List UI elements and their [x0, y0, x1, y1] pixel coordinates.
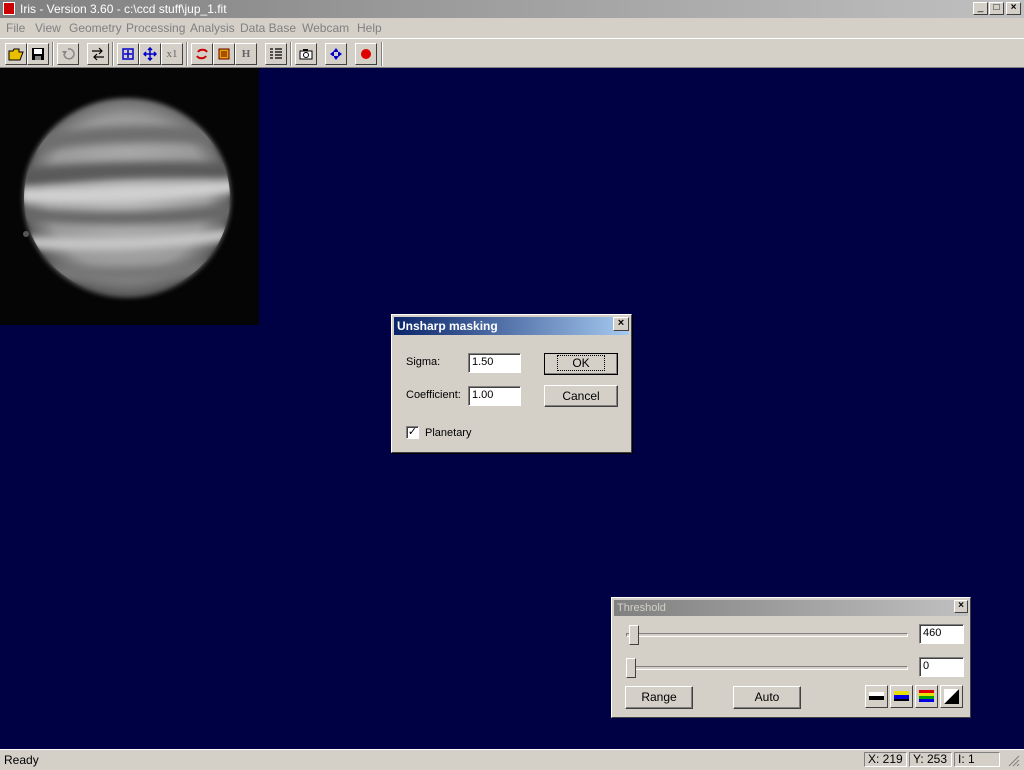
toolbar-separator: [186, 42, 188, 66]
cancel-button[interactable]: Cancel: [544, 385, 618, 407]
low-threshold-track: [626, 666, 908, 670]
planetary-checkbox[interactable]: ✓: [406, 426, 419, 439]
maximize-button[interactable]: □: [989, 2, 1004, 15]
status-bar: Ready X: 219 Y: 253 I: 1: [0, 749, 1024, 768]
toolbar-separator: [381, 42, 383, 66]
menu-analysis[interactable]: Analysis: [190, 21, 235, 35]
menu-database[interactable]: Data Base: [240, 21, 296, 35]
threshold-close-button[interactable]: ×: [954, 600, 968, 613]
threshold-title: Threshold: [614, 600, 968, 616]
list-icon[interactable]: [265, 43, 287, 65]
yellow-blue-palette-icon[interactable]: [890, 685, 913, 708]
rgb-palette-icon[interactable]: [915, 685, 938, 708]
toolbar-separator: [52, 42, 54, 66]
palette-icon[interactable]: [213, 43, 235, 65]
open-icon[interactable]: [5, 43, 27, 65]
x-coordinate: X: 219: [864, 752, 907, 767]
threshold-panel: Threshold × 460 0 Range Auto: [611, 597, 971, 718]
save-icon[interactable]: [27, 43, 49, 65]
menu-view[interactable]: View: [35, 21, 61, 35]
menu-help[interactable]: Help: [357, 21, 382, 35]
menu-bar: File View Geometry Processing Analysis D…: [0, 18, 1024, 38]
toolbar-separator: [290, 42, 292, 66]
toolbar: x1 H: [0, 38, 1024, 68]
menu-file[interactable]: File: [6, 21, 25, 35]
resize-grip-icon[interactable]: [1006, 753, 1020, 767]
undo-icon[interactable]: [57, 43, 79, 65]
iris-app-icon[interactable]: [3, 2, 15, 15]
ok-button[interactable]: OK: [544, 353, 618, 375]
minimize-button[interactable]: _: [973, 2, 988, 15]
bw-palette-icon[interactable]: [865, 685, 888, 708]
navigate-icon[interactable]: [325, 43, 347, 65]
status-text: Ready: [4, 753, 39, 767]
zoom-icon[interactable]: [117, 43, 139, 65]
window-title: Iris - Version 3.60 - c:\ccd stuff\jup_1…: [20, 2, 227, 16]
jupiter-image: [23, 98, 231, 298]
invert-palette-icon[interactable]: [940, 685, 963, 708]
mirror-icon[interactable]: [87, 43, 109, 65]
high-threshold-input[interactable]: 460: [919, 624, 964, 644]
image-index: I: 1: [954, 752, 1000, 767]
zoom-x1-button[interactable]: x1: [161, 43, 183, 65]
record-icon[interactable]: [355, 43, 377, 65]
coefficient-label: Coefficient:: [406, 389, 461, 401]
camera-icon[interactable]: [295, 43, 317, 65]
ok-label: OK: [557, 355, 605, 371]
rotate-icon[interactable]: [191, 43, 213, 65]
jupiter-image-window[interactable]: [0, 68, 259, 325]
low-threshold-input[interactable]: 0: [919, 657, 964, 677]
dialog-close-button[interactable]: ×: [613, 317, 629, 331]
high-threshold-track: [626, 633, 908, 637]
close-button[interactable]: ×: [1006, 2, 1021, 15]
menu-geometry[interactable]: Geometry: [69, 21, 122, 35]
dialog-title: Unsharp masking: [394, 317, 629, 335]
sigma-label: Sigma:: [406, 356, 441, 368]
planetary-label: Planetary: [425, 427, 472, 439]
low-threshold-slider[interactable]: [626, 658, 636, 678]
unsharp-masking-dialog: Unsharp masking × Sigma: 1.50 Coefficien…: [391, 314, 632, 453]
coefficient-input[interactable]: 1.00: [468, 386, 521, 406]
range-button[interactable]: Range: [625, 686, 693, 709]
toolbar-separator: [112, 42, 114, 66]
y-coordinate: Y: 253: [909, 752, 952, 767]
menu-processing[interactable]: Processing: [126, 21, 185, 35]
histogram-button[interactable]: H: [235, 43, 257, 65]
auto-button[interactable]: Auto: [733, 686, 801, 709]
sigma-input[interactable]: 1.50: [468, 353, 521, 373]
high-threshold-slider[interactable]: [629, 625, 639, 645]
menu-webcam[interactable]: Webcam: [302, 21, 349, 35]
title-bar: Iris - Version 3.60 - c:\ccd stuff\jup_1…: [0, 0, 1024, 18]
move-icon[interactable]: [139, 43, 161, 65]
